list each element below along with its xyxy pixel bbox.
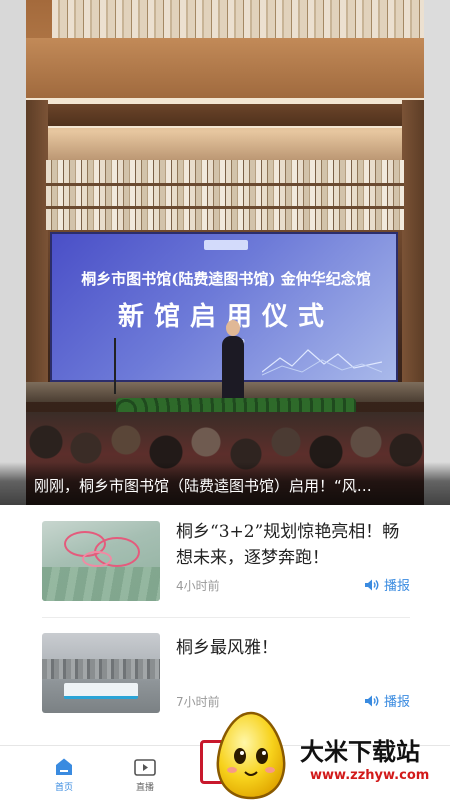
screen-logo [204,240,248,250]
watermark-title: 大米下载站 [300,738,420,766]
bookshelf-top [52,0,424,38]
mountain-graphic [262,349,382,376]
wood-column-left [26,100,48,400]
planning-render-thumbnail[interactable] [42,521,160,601]
nav-live-label: 直播 [135,783,154,793]
nav-home[interactable]: 首页 [34,756,94,793]
thumb-city [42,659,160,679]
broadcast-button[interactable]: 播报 [364,575,410,594]
thumb-building [64,683,138,699]
watermark-url: www.zzhyw.com [310,768,430,783]
hero-left-margin [0,0,26,505]
screen-headline: 桐乡市图书馆(陆费逵图书馆) 金仲华纪念馆 [81,270,371,288]
nav-home-label: 首页 [54,783,73,793]
speaker-head [226,320,240,336]
news-title[interactable]: 桐乡“3+2”规划惊艳亮相！畅想未来，逐梦奔跑！ [176,519,412,571]
divider [42,617,410,618]
news-time: 4小时前 [176,579,220,593]
hero-caption[interactable]: 刚刚，桐乡市图书馆（陆费逵图书馆）启用！“风… [34,475,418,496]
news-title[interactable]: 桐乡最风雅！ [176,635,412,661]
shelf-board [46,183,404,186]
wood-beam-lower [26,104,424,126]
live-video-icon [134,759,156,776]
library-aerial-thumbnail[interactable] [42,633,160,713]
bookshelf-middle [46,160,404,230]
broadcast-label: 播报 [383,579,410,594]
hero-image: 桐乡市图书馆(陆费逵图书馆) 金仲华纪念馆 新馆启用仪式 2019 [26,0,424,505]
wood-beam [26,38,424,98]
hero-banner[interactable]: 桐乡市图书馆(陆费逵图书馆) 金仲华纪念馆 新馆启用仪式 2019 刚刚，桐乡市… [0,0,450,505]
speaker-icon [364,579,379,590]
egg-mascot-icon [216,711,286,800]
home-icon [56,758,72,775]
hero-right-margin [424,0,450,505]
thumb-field [42,567,160,601]
speaker [222,336,244,400]
shelf-board [46,206,404,209]
microphone-stand [114,338,116,394]
thumb-ring [82,551,112,567]
news-item[interactable]: 桐乡“3+2”规划惊艳亮相！畅想未来，逐梦奔跑！ 4小时前 播报 [26,505,424,623]
nav-live[interactable]: 直播 [115,756,175,793]
wood-column-right [402,100,424,400]
watermark: 大米下载站 www.zzhyw.com [200,700,450,800]
